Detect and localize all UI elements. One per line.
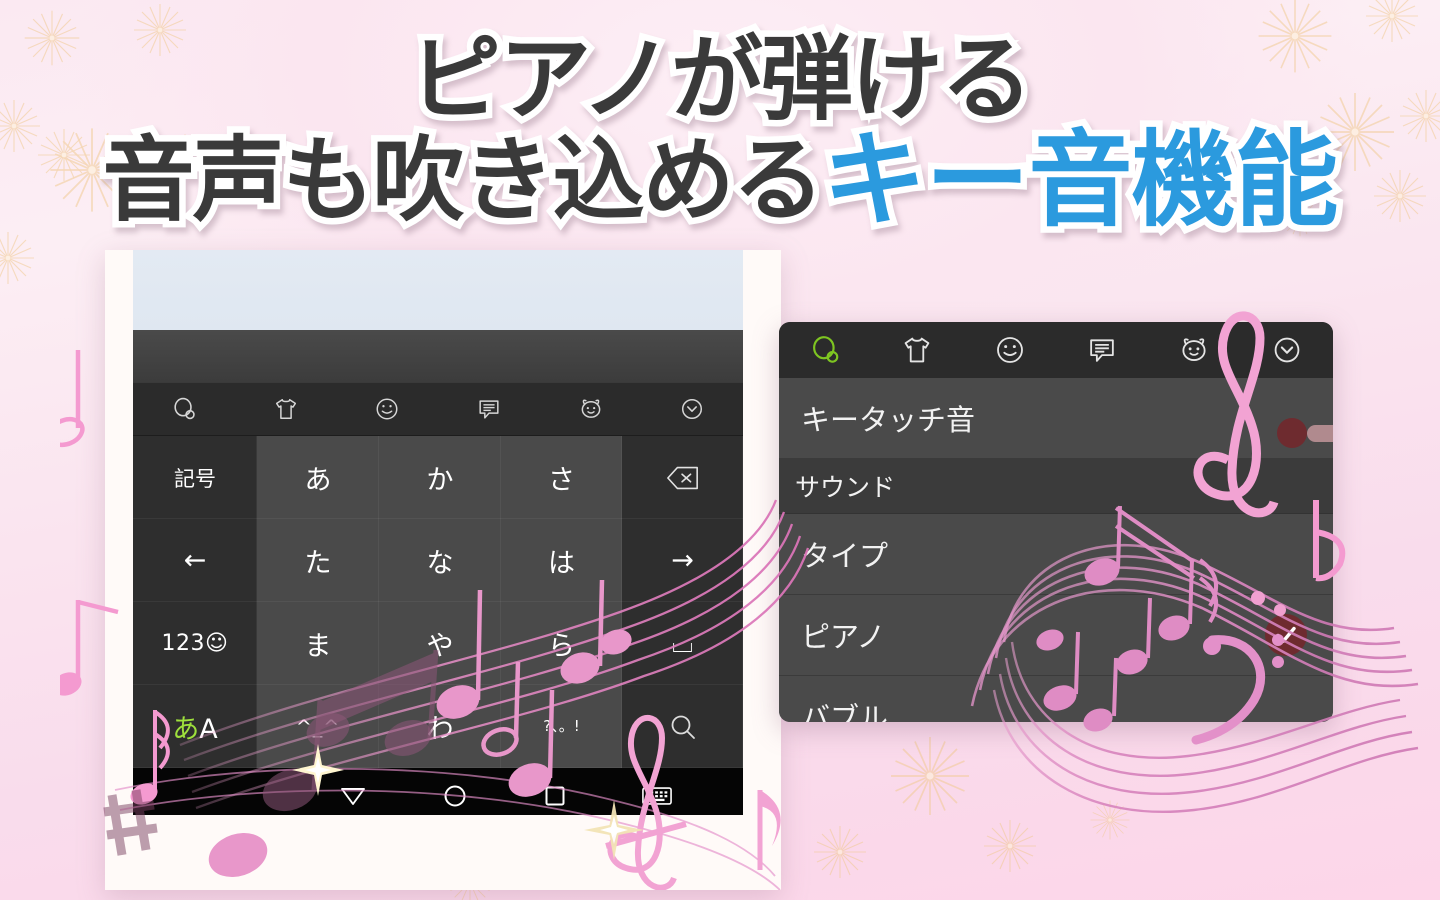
key-emoticon-label: ^_^ [295,715,341,738]
key-space-label: ⌴ [671,627,694,659]
key-ka[interactable]: か [379,436,501,519]
toggle-track [1307,425,1333,442]
key-ma-label: ま [304,631,332,662]
magnifier-icon [671,715,695,739]
key-sa[interactable]: さ [501,436,622,519]
search-balloon-icon [813,336,839,363]
key-cursor-right[interactable]: → [622,519,743,602]
phone-screen: 記号 あ か さ ← た な は → 123☺ ま や ら ⌴ あA ^_^ わ… [133,250,743,815]
key-ta[interactable]: た [257,519,379,602]
suggestion-bar[interactable] [133,330,743,382]
key-input-mode-label: あA [172,714,218,745]
recents-square-icon [545,786,565,806]
piano-selected-checkmark[interactable] [1265,614,1307,656]
tshirt-icon [905,337,930,363]
speech-bubble-icon [479,400,499,419]
setting-section-sound-label: サウンド [795,473,896,502]
keyboard-icon [641,787,672,805]
key-ya[interactable]: や [379,602,501,685]
check-icon [1276,626,1296,643]
text-input-area[interactable] [133,250,743,330]
key-ma[interactable]: ま [257,602,379,685]
navbar-recents-button[interactable] [543,784,567,812]
key-wa-label: わ [426,714,454,745]
setting-row-key-touch-sound[interactable]: キータッチ音 [779,378,1333,459]
tshirt-icon [275,398,296,420]
setting-row-type-label: タイプ [801,539,889,573]
toggle-knob [1277,418,1307,448]
phone-mockup: 記号 あ か さ ← た な は → 123☺ ま や ら ⌴ あA ^_^ わ… [105,250,781,890]
home-circle-icon [444,785,466,807]
setting-row-type[interactable]: タイプ [779,514,1333,595]
toolbar-item-phrases[interactable] [438,396,540,422]
back-triangle-icon [341,788,366,805]
keyboard-toolbar[interactable] [133,382,743,436]
android-navbar[interactable] [133,768,743,815]
setting-row-bubble-label: バブル [801,701,889,722]
key-ka-label: か [426,465,454,496]
key-ha[interactable]: は [501,519,622,602]
bear-face-icon [581,399,600,418]
speech-bubble-icon [1090,339,1114,362]
key-wa[interactable]: わ [379,685,501,768]
panel-toolbar-item-phrases[interactable] [1056,334,1148,366]
toolbar-item-emoticon[interactable] [336,396,438,422]
toolbar-item-search[interactable] [133,396,235,422]
key-na-label: な [426,548,454,579]
key-emoticon[interactable]: ^_^ [257,685,379,768]
panel-toolbar-item-close[interactable] [1241,334,1333,366]
chevron-down-circle-icon [682,398,703,420]
key-symbol-label: 記号 [174,466,216,491]
panel-toolbar-item-emoticon[interactable] [964,334,1056,366]
key-ra[interactable]: ら [501,602,622,685]
navbar-keyboard-button[interactable] [641,785,672,811]
smiley-face-icon [996,337,1023,363]
key-sa-label: さ [548,465,575,496]
key-punct-label: ?、。! [543,716,580,735]
setting-row-bubble[interactable]: バブル [779,676,1333,722]
key-ha-label: は [548,548,575,579]
key-punct[interactable]: ?、。! [501,685,622,768]
toolbar-item-stamp[interactable] [540,396,642,422]
panel-toolbar-item-stamp[interactable] [1148,334,1240,366]
navbar-home-button[interactable] [442,783,468,813]
key-symbol[interactable]: 記号 [133,436,257,519]
key-backspace[interactable] [622,436,743,519]
key-cursor-left[interactable]: ← [133,519,257,602]
smiley-face-icon [376,398,398,420]
key-cursor-right-label: → [671,545,694,576]
setting-row-key-touch-sound-label: キータッチ音 [801,403,976,437]
panel-toolbar[interactable] [779,322,1333,378]
key-na[interactable]: な [379,519,501,602]
setting-section-sound: サウンド [779,459,1333,514]
check-badge [1265,614,1307,656]
setting-row-piano[interactable]: ピアノ [779,595,1333,676]
panel-toolbar-item-search[interactable] [779,334,871,366]
navbar-back-button[interactable] [339,785,367,811]
keyboard-key-grid[interactable]: 記号 あ か さ ← た な は → 123☺ ま や ら ⌴ あA ^_^ わ… [133,436,743,768]
key-ra-label: ら [548,631,575,662]
key-a-label: あ [304,465,332,496]
key-input-mode[interactable]: あA [133,685,257,768]
key-search[interactable] [622,685,743,768]
setting-row-piano-label: ピアノ [801,620,886,654]
key-space[interactable]: ⌴ [622,602,743,685]
key-cursor-left-label: ← [183,545,207,576]
key-numeric[interactable]: 123☺ [133,602,257,685]
key-ya-label: や [426,631,454,662]
key-numeric-label: 123☺ [161,631,229,656]
toolbar-item-skin[interactable] [235,396,337,422]
key-a[interactable]: あ [257,436,379,519]
toolbar-item-close[interactable] [641,396,743,422]
backspace-icon [666,466,698,489]
bear-face-icon [1182,338,1207,361]
sound-settings-panel[interactable]: キータッチ音 サウンド タイプ ピアノ バブル [779,322,1333,722]
key-ta-label: た [304,548,332,579]
search-balloon-icon [174,397,195,420]
chevron-down-circle-icon [1274,337,1300,363]
panel-toolbar-item-skin[interactable] [871,334,963,366]
